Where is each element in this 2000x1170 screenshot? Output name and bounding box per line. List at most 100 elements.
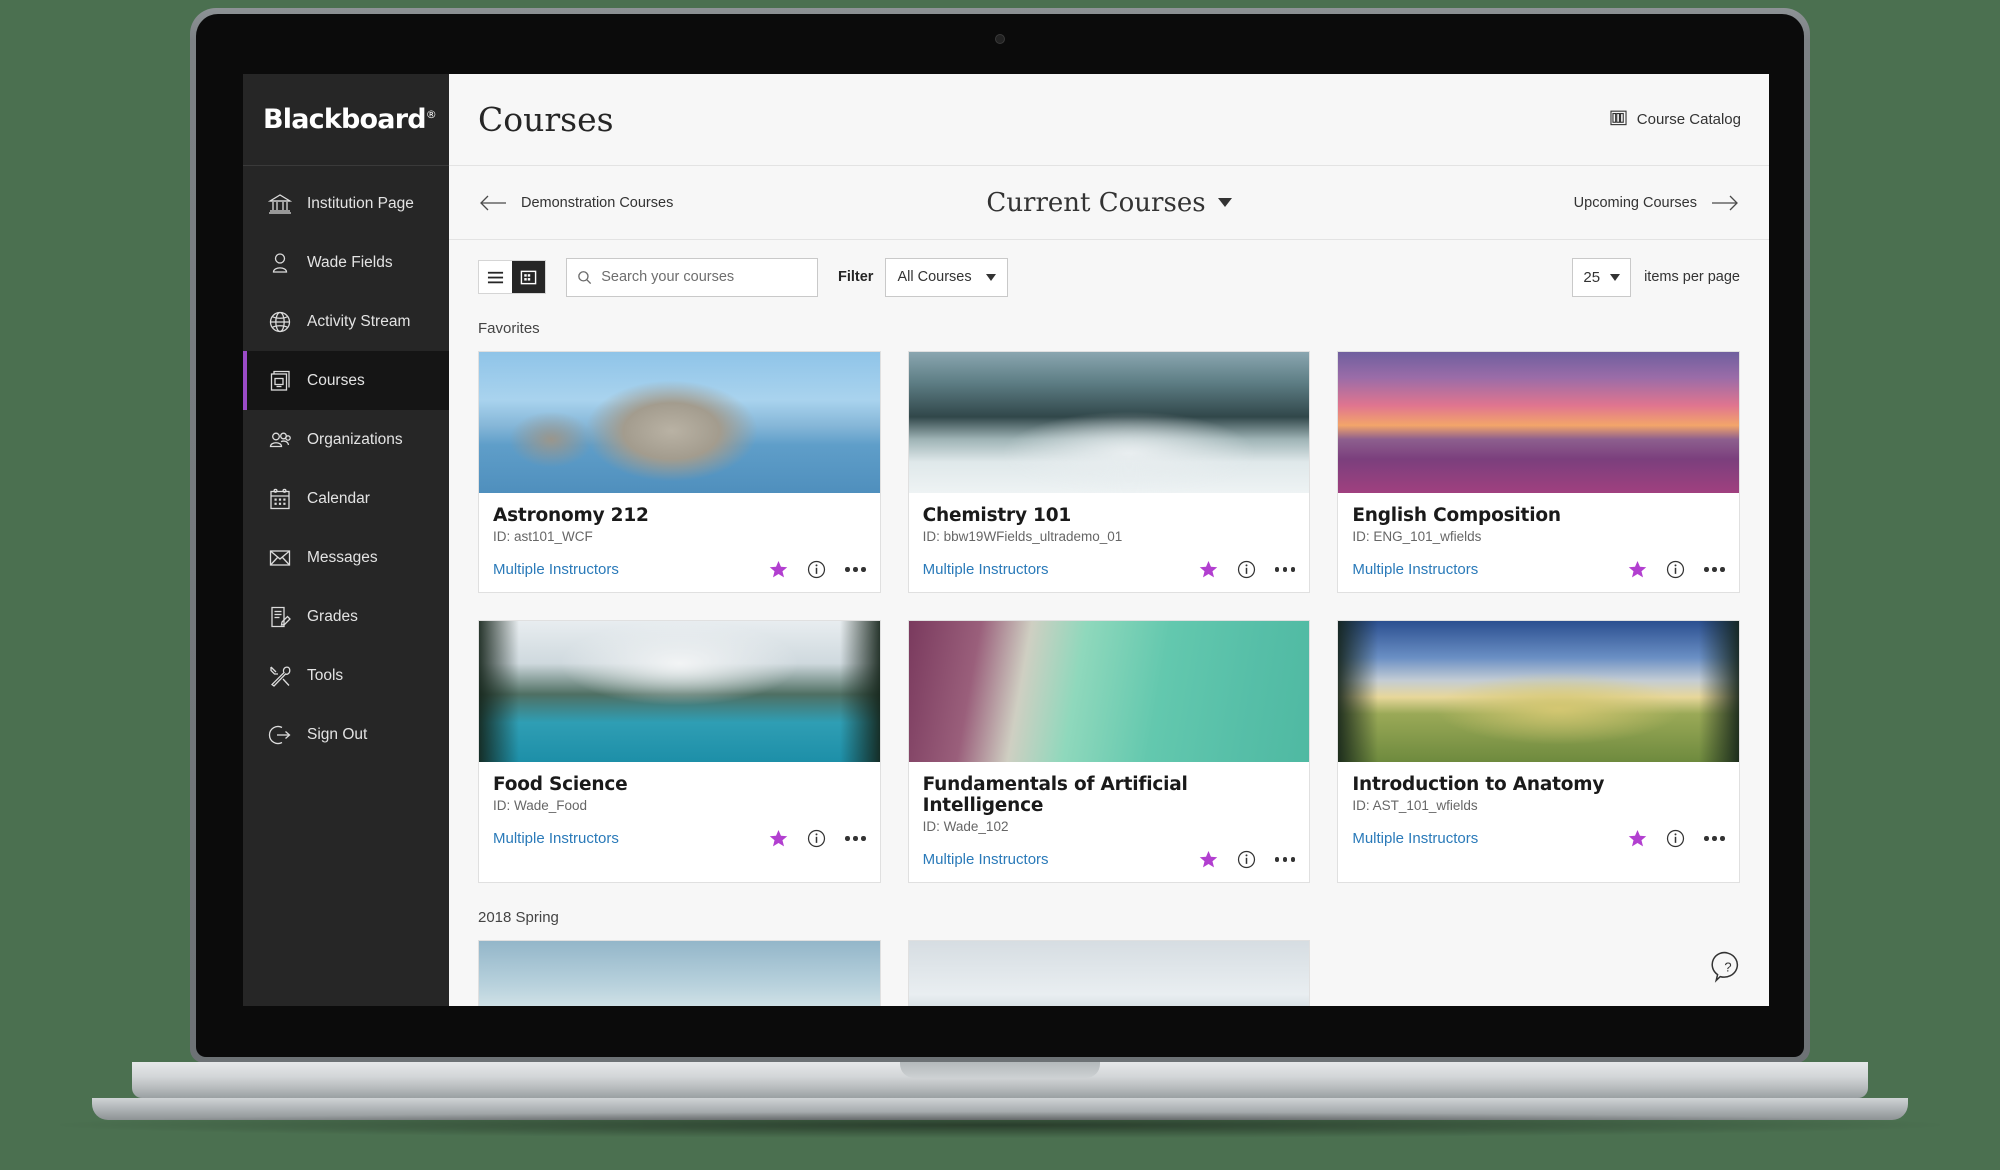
course-card[interactable]: English Composition ID: ENG_101_wfields … (1337, 351, 1740, 593)
term-navigation: Demonstration Courses Current Courses Up… (449, 166, 1769, 240)
course-instructors-link[interactable]: Multiple Instructors (1352, 561, 1478, 578)
course-card-footer: Multiple Instructors (493, 560, 866, 579)
thumbnail-foliage-left (479, 621, 519, 762)
course-card[interactable] (907, 940, 1311, 1006)
course-card[interactable]: Introduction to Anatomy ID: AST_101_wfie… (1337, 620, 1740, 883)
chevron-down-icon (1610, 273, 1621, 281)
favorite-star-icon[interactable] (769, 560, 788, 579)
search-icon (578, 270, 592, 284)
grid-view-icon (520, 270, 537, 284)
course-info-icon[interactable] (807, 829, 826, 848)
list-view-button[interactable] (479, 261, 512, 293)
course-card[interactable]: Food Science ID: Wade_Food Multiple Inst… (478, 620, 881, 883)
thumbnail-foliage-right (1698, 621, 1739, 762)
laptop-frame: Blackboard® Institution Page Wade Fields… (190, 8, 1810, 1063)
registered-mark: ® (425, 108, 437, 121)
svg-text:?: ? (1724, 960, 1731, 975)
course-title: Chemistry 101 (922, 505, 1072, 526)
sidebar-item-courses[interactable]: Courses (243, 351, 449, 410)
course-card[interactable]: Chemistry 101 ID: bbw19WFields_ultrademo… (907, 351, 1311, 593)
course-card[interactable] (478, 940, 881, 1006)
course-more-options-icon[interactable] (845, 567, 866, 572)
course-more-options-icon[interactable] (1704, 567, 1725, 572)
sidebar-item-label: Courses (307, 371, 365, 389)
group-title-2018-spring: 2018 Spring (478, 909, 559, 926)
course-id: ID: AST_101_wfields (1352, 798, 1478, 813)
sidebar-item-label: Tools (307, 666, 344, 684)
next-term-button[interactable]: Upcoming Courses (1440, 192, 1740, 214)
items-per-page-dropdown[interactable]: 25 (1572, 257, 1632, 297)
chevron-down-icon (1217, 198, 1232, 207)
sidebar-item-messages[interactable]: Messages (243, 528, 449, 587)
sidebar-item-institution-page[interactable]: Institution Page (243, 174, 449, 233)
course-id: ID: Wade_Food (493, 798, 588, 813)
course-id: ID: ENG_101_wfields (1352, 529, 1482, 544)
course-id: ID: bbw19WFields_ultrademo_01 (922, 529, 1123, 544)
group-title-favorites: Favorites (478, 320, 540, 337)
help-button[interactable]: ? (1711, 950, 1745, 984)
sidebar-item-grades[interactable]: Grades (243, 587, 449, 646)
course-instructors-link[interactable]: Multiple Instructors (493, 561, 619, 578)
grades-icon (267, 604, 293, 630)
brand-name: Blackboard (263, 104, 427, 135)
course-catalog-label: Course Catalog (1636, 111, 1741, 128)
favorite-star-icon[interactable] (1199, 850, 1218, 869)
items-per-page-label: items per page (1644, 269, 1740, 285)
course-info-icon[interactable] (1237, 560, 1256, 579)
course-card[interactable]: Fundamentals of Artificial Intelligence … (907, 620, 1311, 883)
course-instructors-link[interactable]: Multiple Instructors (923, 561, 1049, 578)
current-term-dropdown[interactable]: Current Courses (986, 188, 1232, 218)
course-catalog-link[interactable]: Course Catalog (1609, 108, 1741, 131)
sidebar-item-organizations[interactable]: Organizations (243, 410, 449, 469)
course-info-icon[interactable] (1666, 560, 1685, 579)
course-title: Introduction to Anatomy (1352, 774, 1605, 795)
page-header: Courses Course Catalog (449, 74, 1769, 166)
previous-term-button[interactable]: Demonstration Courses (478, 192, 778, 214)
favorite-star-icon[interactable] (1628, 560, 1647, 579)
course-title: English Composition (1352, 505, 1561, 526)
messages-icon (267, 545, 293, 571)
course-title: Food Science (493, 774, 628, 795)
favorite-star-icon[interactable] (1199, 560, 1218, 579)
search-input[interactable] (601, 269, 807, 285)
course-thumbnail (479, 941, 880, 1006)
course-card-actions (1628, 560, 1725, 579)
screen-bezel: Blackboard® Institution Page Wade Fields… (196, 14, 1804, 1057)
search-box[interactable] (566, 257, 818, 297)
filter-dropdown[interactable]: All Courses (885, 257, 1008, 297)
course-more-options-icon[interactable] (1274, 857, 1296, 862)
sidebar-item-wade-fields[interactable]: Wade Fields (243, 233, 449, 292)
course-instructors-link[interactable]: Multiple Instructors (493, 830, 619, 847)
course-card-actions (1199, 560, 1296, 579)
course-card-body: English Composition ID: ENG_101_wfields … (1338, 493, 1739, 592)
course-info-icon[interactable] (1237, 850, 1256, 869)
grid-view-button[interactable] (512, 261, 545, 293)
course-thumbnail (908, 621, 1310, 762)
course-card-body: Chemistry 101 ID: bbw19WFields_ultrademo… (909, 493, 1310, 592)
course-instructors-link[interactable]: Multiple Instructors (923, 851, 1049, 868)
course-card-footer: Multiple Instructors (923, 850, 1296, 869)
sidebar-item-label: Calendar (307, 489, 370, 507)
courses-scroll-area[interactable]: Filter All Courses 25 items per page (449, 240, 1769, 1006)
course-info-icon[interactable] (807, 560, 826, 579)
filter-label: Filter (838, 269, 874, 285)
course-more-options-icon[interactable] (1704, 836, 1725, 841)
course-more-options-icon[interactable] (1274, 567, 1296, 572)
view-toggle-group (478, 260, 546, 294)
main-content: Courses Course Catalog Demonstration Cou… (449, 74, 1769, 1006)
favorite-star-icon[interactable] (1628, 829, 1647, 848)
favorite-star-icon[interactable] (769, 829, 788, 848)
sidebar-item-tools[interactable]: Tools (243, 646, 449, 705)
sidebar-item-activity-stream[interactable]: Activity Stream (243, 292, 449, 351)
course-card[interactable]: Astronomy 212 ID: ast101_WCF Multiple In… (478, 351, 881, 593)
course-more-options-icon[interactable] (845, 836, 866, 841)
sidebar-item-calendar[interactable]: Calendar (243, 469, 449, 528)
thumbnail-foliage-right (839, 621, 880, 762)
course-info-icon[interactable] (1666, 829, 1685, 848)
course-grid-favorites: Astronomy 212 ID: ast101_WCF Multiple In… (478, 351, 1740, 883)
sidebar-nav-list: Institution Page Wade Fields Activity St… (243, 166, 449, 764)
course-instructors-link[interactable]: Multiple Instructors (1352, 830, 1478, 847)
sidebar-item-sign-out[interactable]: Sign Out (243, 705, 449, 764)
organizations-icon (267, 427, 293, 453)
arrow-right-icon (1711, 195, 1738, 210)
